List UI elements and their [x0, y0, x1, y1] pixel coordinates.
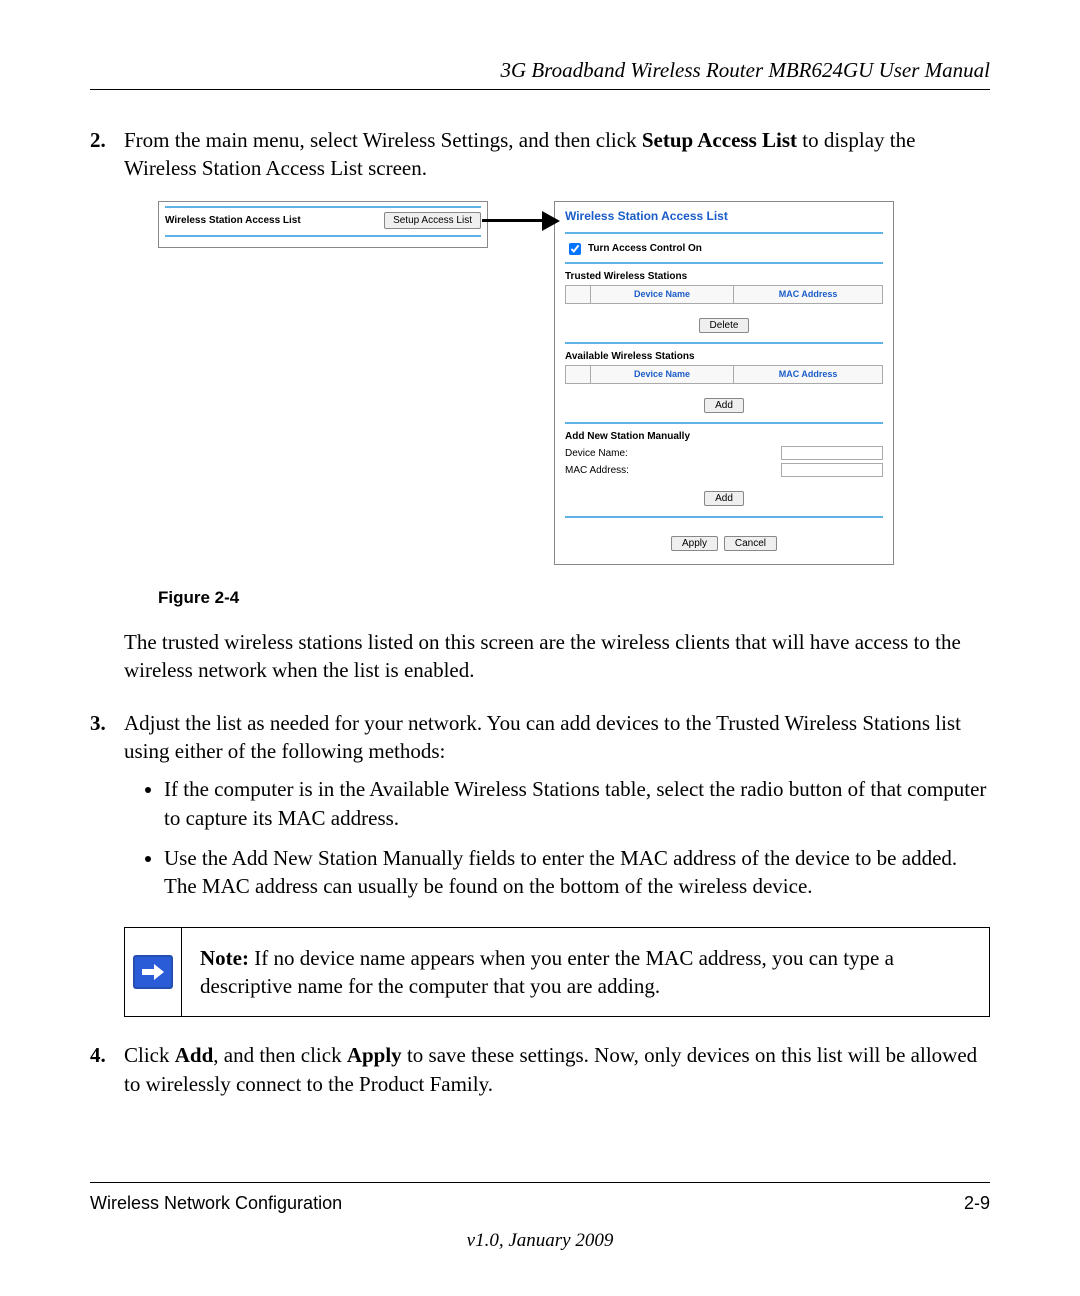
step-body: From the main menu, select Wireless Sett…: [124, 126, 990, 699]
checkbox-label: Turn Access Control On: [588, 242, 702, 256]
trusted-heading: Trusted Wireless Stations: [565, 270, 883, 284]
page-footer: Wireless Network Configuration 2-9 v1.0,…: [90, 1182, 990, 1252]
apply-button[interactable]: Apply: [671, 536, 718, 551]
bullet-1: If the computer is in the Available Wire…: [164, 775, 990, 832]
col-mac-address-2: MAC Address: [734, 366, 883, 383]
col-device-name: Device Name: [591, 286, 734, 303]
step-2-followup: The trusted wireless stations listed on …: [124, 628, 990, 685]
figure-2-4: Wireless Station Access List Setup Acces…: [158, 201, 990, 610]
s4-bold-add: Add: [175, 1043, 214, 1067]
step-3-text: Adjust the list as needed for your netwo…: [124, 711, 961, 763]
bullet-2: Use the Add New Station Manually fields …: [164, 844, 990, 901]
delete-button[interactable]: Delete: [699, 318, 750, 333]
step-3-bullets: If the computer is in the Available Wire…: [124, 775, 990, 900]
mac-address-input[interactable]: [781, 463, 883, 477]
note-body: If no device name appears when you enter…: [200, 946, 894, 998]
cancel-button[interactable]: Cancel: [724, 536, 777, 551]
device-name-label: Device Name:: [565, 447, 628, 461]
screenshot-right-panel: Wireless Station Access List Turn Access…: [554, 201, 894, 565]
footer-version: v1.0, January 2009: [90, 1230, 990, 1252]
left-panel-label: Wireless Station Access List: [165, 214, 301, 228]
col-device-name-2: Device Name: [591, 366, 734, 383]
step-2-bold: Setup Access List: [642, 128, 797, 152]
s4-bold-apply: Apply: [347, 1043, 402, 1067]
note-text: Note: If no device name appears when you…: [182, 928, 989, 1017]
mac-address-label: MAC Address:: [565, 464, 629, 478]
step-body: Adjust the list as needed for your netwo…: [124, 709, 990, 917]
step-2-text-a: From the main menu, select Wireless Sett…: [124, 128, 642, 152]
instruction-list: 2. From the main menu, select Wireless S…: [90, 126, 990, 917]
s4-b: , and then click: [213, 1043, 347, 1067]
step-number: 4.: [90, 1041, 124, 1098]
note-box: Note: If no device name appears when you…: [124, 927, 990, 1018]
note-label: Note:: [200, 946, 249, 970]
add-button-2[interactable]: Add: [704, 491, 744, 506]
step-3: 3. Adjust the list as needed for your ne…: [90, 709, 990, 917]
add-button-1[interactable]: Add: [704, 398, 744, 413]
setup-access-list-button[interactable]: Setup Access List: [384, 212, 481, 230]
step-number: 3.: [90, 709, 124, 917]
note-icon-cell: [125, 928, 182, 1017]
available-table: Device Name MAC Address: [565, 365, 883, 383]
s4-a: Click: [124, 1043, 175, 1067]
page-header: 3G Broadband Wireless Router MBR624GU Us…: [90, 58, 990, 90]
available-heading: Available Wireless Stations: [565, 350, 883, 364]
step-body: Click Add, and then click Apply to save …: [124, 1041, 990, 1098]
footer-left: Wireless Network Configuration: [90, 1193, 342, 1214]
manual-heading: Add New Station Manually: [565, 430, 883, 444]
turn-access-control-checkbox[interactable]: [569, 243, 581, 255]
instruction-list-continued: 4. Click Add, and then click Apply to sa…: [90, 1041, 990, 1098]
arrow-icon: [488, 207, 568, 241]
col-mac-address: MAC Address: [734, 286, 883, 303]
step-2: 2. From the main menu, select Wireless S…: [90, 126, 990, 699]
device-name-input[interactable]: [781, 446, 883, 460]
figure-caption: Figure 2-4: [158, 587, 990, 610]
trusted-table: Device Name MAC Address: [565, 285, 883, 303]
arrow-right-icon: [133, 955, 173, 989]
step-number: 2.: [90, 126, 124, 699]
screenshot-left-panel: Wireless Station Access List Setup Acces…: [158, 201, 488, 249]
page: 3G Broadband Wireless Router MBR624GU Us…: [0, 0, 1080, 1296]
footer-page-number: 2-9: [964, 1193, 990, 1214]
step-4: 4. Click Add, and then click Apply to sa…: [90, 1041, 990, 1098]
panel-title: Wireless Station Access List: [565, 206, 883, 230]
